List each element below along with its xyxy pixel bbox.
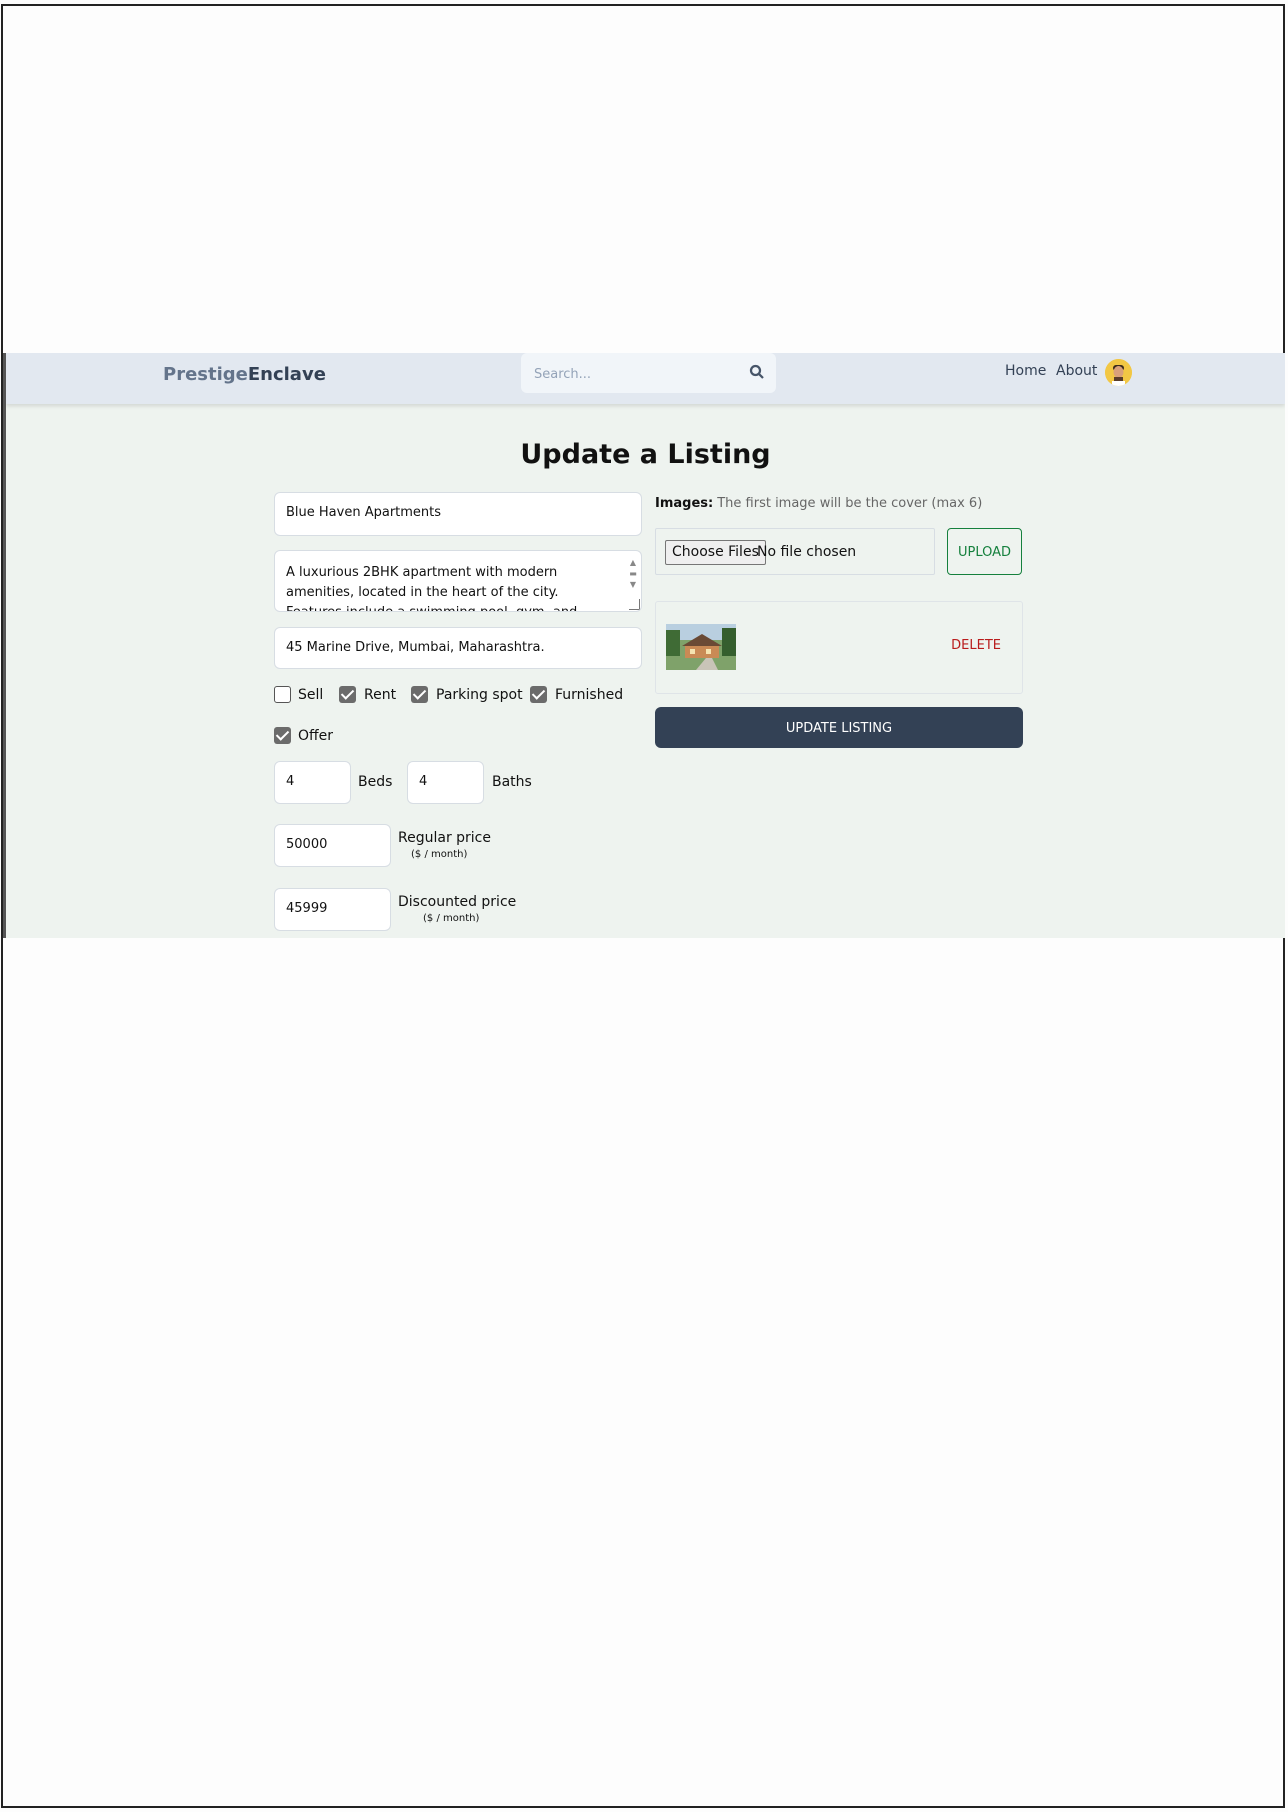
search-icon[interactable] — [748, 363, 766, 381]
furnished-checkbox[interactable] — [530, 686, 547, 703]
no-file-text: No file chosen — [757, 544, 857, 560]
update-listing-button[interactable]: UPDATE LISTING — [655, 707, 1023, 748]
images-heading: Images: The first image will be the cover… — [655, 496, 982, 511]
upload-button[interactable]: UPLOAD — [947, 528, 1022, 575]
discounted-price-value: 45999 — [286, 901, 328, 916]
uploaded-image-item: DELETE — [655, 601, 1023, 694]
rent-checkbox[interactable] — [339, 686, 356, 703]
browser-viewport: PrestigeEnclave Home About Update a List… — [3, 353, 1285, 938]
discounted-price-unit: ($ / month) — [423, 913, 480, 924]
parking-checkbox[interactable] — [411, 686, 428, 703]
beds-label: Beds — [358, 774, 393, 790]
listing-image-thumbnail — [666, 624, 736, 670]
regular-price-label: Regular price — [398, 830, 491, 846]
regular-price-value: 50000 — [286, 837, 328, 852]
parking-label: Parking spot — [436, 687, 523, 703]
name-input[interactable]: Blue Haven Apartments — [274, 492, 642, 536]
discounted-price-label: Discounted price — [398, 894, 517, 910]
logo-part-1: Prestige — [163, 364, 248, 385]
images-hint: The first image will be the cover (max 6… — [717, 496, 983, 511]
user-avatar[interactable] — [1105, 359, 1132, 386]
images-label: Images: — [655, 496, 714, 511]
baths-label: Baths — [492, 774, 532, 790]
avatar-icon — [1105, 359, 1132, 386]
description-value: A luxurious 2BHK apartment with modern a… — [286, 565, 577, 611]
sell-checkbox[interactable] — [274, 686, 291, 703]
regular-price-input[interactable]: 50000 — [274, 824, 391, 867]
page-title: Update a Listing — [520, 439, 771, 470]
textarea-scrollbar[interactable]: ▲ ▬ ▼ — [628, 557, 638, 597]
address-input[interactable]: 45 Marine Drive, Mumbai, Maharashtra. — [274, 627, 642, 669]
discounted-price-input[interactable]: 45999 — [274, 888, 391, 931]
name-value: Blue Haven Apartments — [286, 505, 442, 520]
address-value: 45 Marine Drive, Mumbai, Maharashtra. — [286, 640, 545, 655]
search-input[interactable] — [532, 363, 736, 385]
house-photo-icon — [666, 624, 736, 670]
offer-label: Offer — [298, 728, 334, 744]
resize-handle[interactable] — [629, 599, 640, 610]
nav-home-link[interactable]: Home — [1005, 363, 1046, 379]
beds-input[interactable]: 4 — [274, 761, 351, 804]
navbar: PrestigeEnclave Home About — [6, 353, 1285, 404]
rent-label: Rent — [364, 687, 397, 703]
nav-about-link[interactable]: About — [1056, 363, 1097, 379]
site-logo[interactable]: PrestigeEnclave — [163, 364, 326, 385]
regular-price-unit: ($ / month) — [411, 849, 468, 860]
search-bar — [521, 353, 776, 393]
file-input: Choose Files No file chosen — [655, 528, 935, 575]
baths-input[interactable]: 4 — [407, 761, 484, 804]
offer-checkbox[interactable] — [274, 727, 291, 744]
baths-value: 4 — [419, 774, 428, 789]
description-textarea[interactable]: A luxurious 2BHK apartment with modern a… — [274, 550, 642, 612]
sell-label: Sell — [298, 687, 324, 703]
furnished-label: Furnished — [555, 687, 624, 703]
logo-part-2: Enclave — [247, 364, 326, 385]
beds-value: 4 — [286, 774, 295, 789]
choose-files-button[interactable]: Choose Files — [665, 540, 766, 565]
delete-image-button[interactable]: DELETE — [951, 638, 1001, 653]
